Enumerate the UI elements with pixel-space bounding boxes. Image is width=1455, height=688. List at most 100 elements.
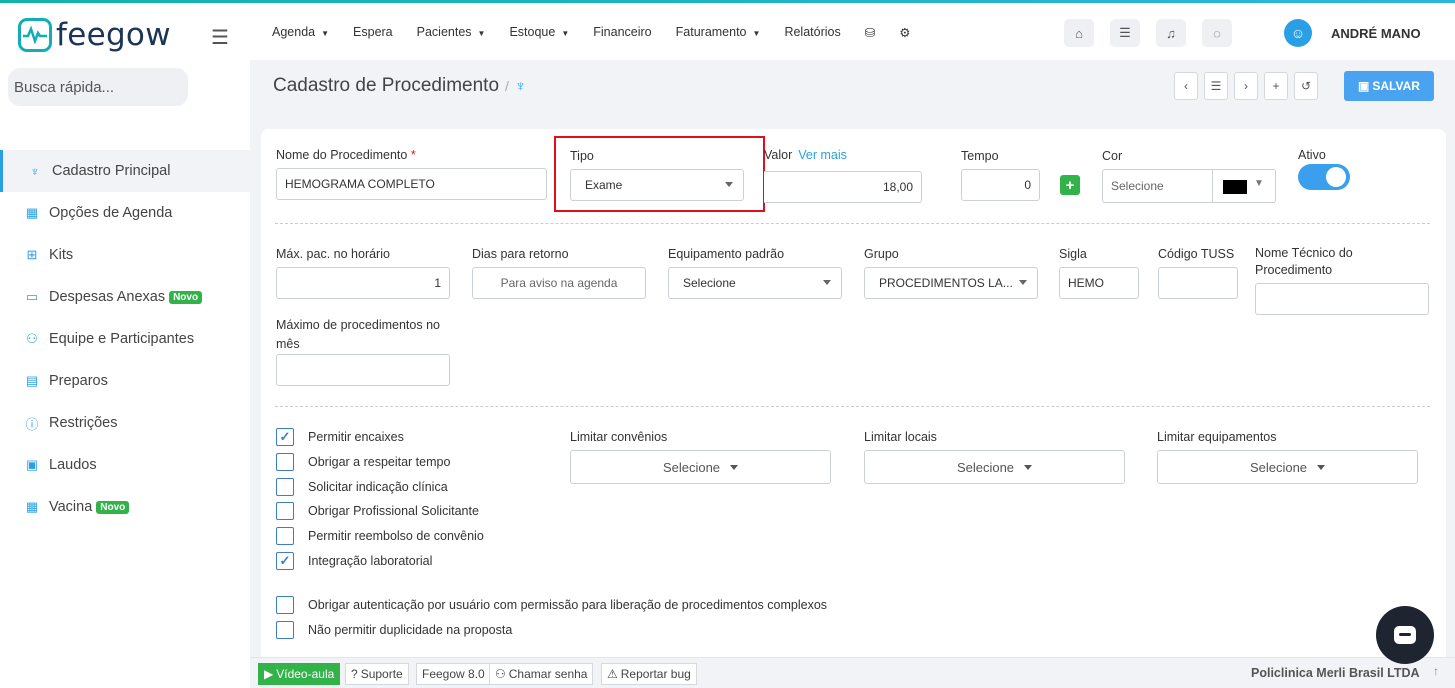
sigla-label: Sigla [1059, 247, 1087, 261]
menu-pacientes[interactable]: Pacientes ▼ [417, 25, 486, 40]
equip-label: Equipamento padrão [668, 247, 785, 261]
sidebar-item-label: Laudos [49, 457, 97, 473]
valor-input[interactable]: 18,00 [764, 171, 922, 203]
checkbox-icon: ✓ [276, 552, 294, 570]
checkbox-reembolso[interactable]: Permitir reembolso de convênio [276, 527, 484, 545]
sidebar-item-vacina[interactable]: ▦ Vacina Novo [0, 486, 250, 528]
sidebar-item-label: Vacina [49, 499, 93, 515]
checkbox-integracao-laboratorial[interactable]: ✓ Integração laboratorial [276, 552, 432, 570]
chamar-senha-button[interactable]: ⚇ Chamar senha [489, 663, 594, 685]
checkbox-duplicidade[interactable]: Não permitir duplicidade na proposta [276, 621, 512, 639]
menu-financeiro[interactable]: Financeiro [593, 25, 651, 40]
arrow-up-icon[interactable]: ↑ [1433, 664, 1439, 678]
nome-tecnico-input[interactable] [1255, 283, 1429, 315]
chat-bubble-icon [1394, 626, 1416, 644]
sidebar-item-label: Restrições [49, 415, 118, 431]
tipo-label: Tipo [570, 149, 594, 163]
checkbox-profissional-solicitante[interactable]: Obrigar Profissional Solicitante [276, 502, 479, 520]
next-record-button[interactable]: › [1234, 72, 1258, 100]
sigla-input[interactable]: HEMO [1059, 267, 1139, 299]
sidebar-item-opcoes-agenda[interactable]: ▦ Opções de Agenda [0, 192, 250, 234]
tempo-input[interactable]: 0 [961, 169, 1040, 201]
checkbox-indicacao-clinica[interactable]: Solicitar indicação clínica [276, 478, 448, 496]
grupo-select[interactable]: PROCEDIMENTOS LA... [864, 267, 1038, 299]
limitar-equipamentos-label: Limitar equipamentos [1157, 430, 1277, 444]
maxpac-label: Máx. pac. no horário [276, 247, 390, 261]
floppy-icon: ▣ [1358, 79, 1370, 93]
bell-icon[interactable]: ♫ [1156, 19, 1186, 47]
checkbox-icon [276, 453, 294, 471]
checkbox-autenticacao[interactable]: Obrigar autenticação por usuário com per… [276, 596, 827, 614]
menu-relatorios[interactable]: Relatórios [784, 25, 840, 40]
valor-label: Valor Ver mais [764, 148, 847, 162]
tuss-input[interactable] [1158, 267, 1238, 299]
history-icon[interactable]: ↺ [1294, 72, 1318, 100]
sidebar-item-despesas-anexas[interactable]: ▭ Despesas Anexas Novo [0, 276, 250, 318]
page-title-text: Cadastro de Procedimento [273, 75, 500, 96]
video-aula-button[interactable]: ▶ Vídeo-aula [258, 663, 341, 685]
chat-icon[interactable]: ◌ [1202, 19, 1232, 47]
chevron-down-icon [730, 464, 739, 470]
sidebar-item-label: Cadastro Principal [52, 163, 171, 179]
logo[interactable]: feegow [18, 17, 171, 53]
maxpac-input[interactable]: 1 [276, 267, 450, 299]
sidebar-item-equipe[interactable]: ⚇ Equipe e Participantes [0, 318, 250, 360]
ativo-toggle[interactable] [1298, 164, 1350, 190]
sidebar-item-preparos[interactable]: ▤ Preparos [0, 360, 250, 402]
save-label: SALVAR [1372, 79, 1420, 93]
add-record-button[interactable]: + [1264, 72, 1288, 100]
top-icon-group: ⌂ ☰ ♫ ◌ [1064, 19, 1248, 47]
add-tempo-button[interactable]: + [1060, 175, 1080, 195]
menu-estoque[interactable]: Estoque ▼ [509, 25, 569, 40]
chat-widget-button[interactable] [1376, 606, 1434, 664]
ativo-label: Ativo [1298, 148, 1326, 162]
sidebar-item-restricoes[interactable]: ⓘ Restrições [0, 402, 250, 444]
limitar-locais-select[interactable]: Selecione [864, 450, 1125, 484]
maxproc-input[interactable] [276, 354, 450, 386]
divider [275, 406, 1430, 407]
bug-icon: ⚠ [607, 667, 618, 681]
database-icon[interactable]: ⛁ [865, 25, 875, 40]
limitar-equipamentos-select[interactable]: Selecione [1157, 450, 1418, 484]
color-swatch[interactable]: ▼ [1213, 169, 1276, 203]
quick-search-input[interactable] [8, 68, 188, 106]
kit-icon: ⊞ [26, 247, 38, 262]
video-icon: ▶ [264, 667, 274, 681]
list-button[interactable]: ☰ [1204, 72, 1228, 100]
alert-icon: ⓘ [25, 416, 39, 432]
card-icon: ▭ [25, 289, 39, 304]
equipamento-select[interactable]: Selecione [668, 267, 842, 299]
sidebar-item-kits[interactable]: ⊞ Kits [0, 234, 250, 276]
chevron-down-icon [725, 182, 733, 187]
sidebar-item-laudos[interactable]: ▣ Laudos [0, 444, 250, 486]
menu-espera[interactable]: Espera [353, 25, 393, 40]
new-badge: Novo [169, 290, 203, 304]
tipo-select[interactable]: Exame [570, 169, 744, 201]
team-icon: ⚇ [26, 331, 38, 346]
checkbox-permitir-encaixes[interactable]: ✓ Permitir encaixes [276, 428, 404, 446]
reportar-bug-button[interactable]: ⚠ Reportar bug [601, 663, 697, 685]
previous-record-button[interactable]: ‹ [1174, 72, 1198, 100]
limitar-convenios-select[interactable]: Selecione [570, 450, 831, 484]
grupo-label: Grupo [864, 247, 899, 261]
save-button[interactable]: ▣ SALVAR [1344, 71, 1434, 101]
checkbox-icon [276, 502, 294, 520]
suporte-button[interactable]: ? Suporte [345, 663, 409, 685]
sidebar-item-cadastro-principal[interactable]: ♆ Cadastro Principal [0, 150, 250, 192]
nome-procedimento-input[interactable]: HEMOGRAMA COMPLETO [276, 168, 547, 200]
menu-faturamento[interactable]: Faturamento ▼ [676, 25, 761, 40]
user-name[interactable]: ANDRÉ MANO [1331, 26, 1421, 41]
ver-mais-link[interactable]: Ver mais [798, 148, 847, 162]
checkbox-respeitar-tempo[interactable]: Obrigar a respeitar tempo [276, 453, 450, 471]
menu-agenda[interactable]: Agenda ▼ [272, 25, 329, 40]
dias-retorno-input[interactable]: Para aviso na agenda [472, 267, 646, 299]
gear-icon[interactable]: ⚙ [899, 25, 910, 40]
hamburger-menu-icon[interactable]: ☰ [211, 25, 229, 50]
top-navbar: Agenda ▼ Espera Pacientes ▼ Estoque ▼ Finan… [250, 3, 1455, 60]
cor-select[interactable]: Selecione [1102, 169, 1213, 203]
checklist-icon[interactable]: ☰ [1110, 19, 1140, 47]
new-badge: Novo [96, 500, 130, 514]
sidebar-item-label: Equipe e Participantes [49, 331, 195, 347]
user-avatar-icon[interactable]: ☺ [1284, 19, 1312, 47]
inbox-icon[interactable]: ⌂ [1064, 19, 1094, 47]
